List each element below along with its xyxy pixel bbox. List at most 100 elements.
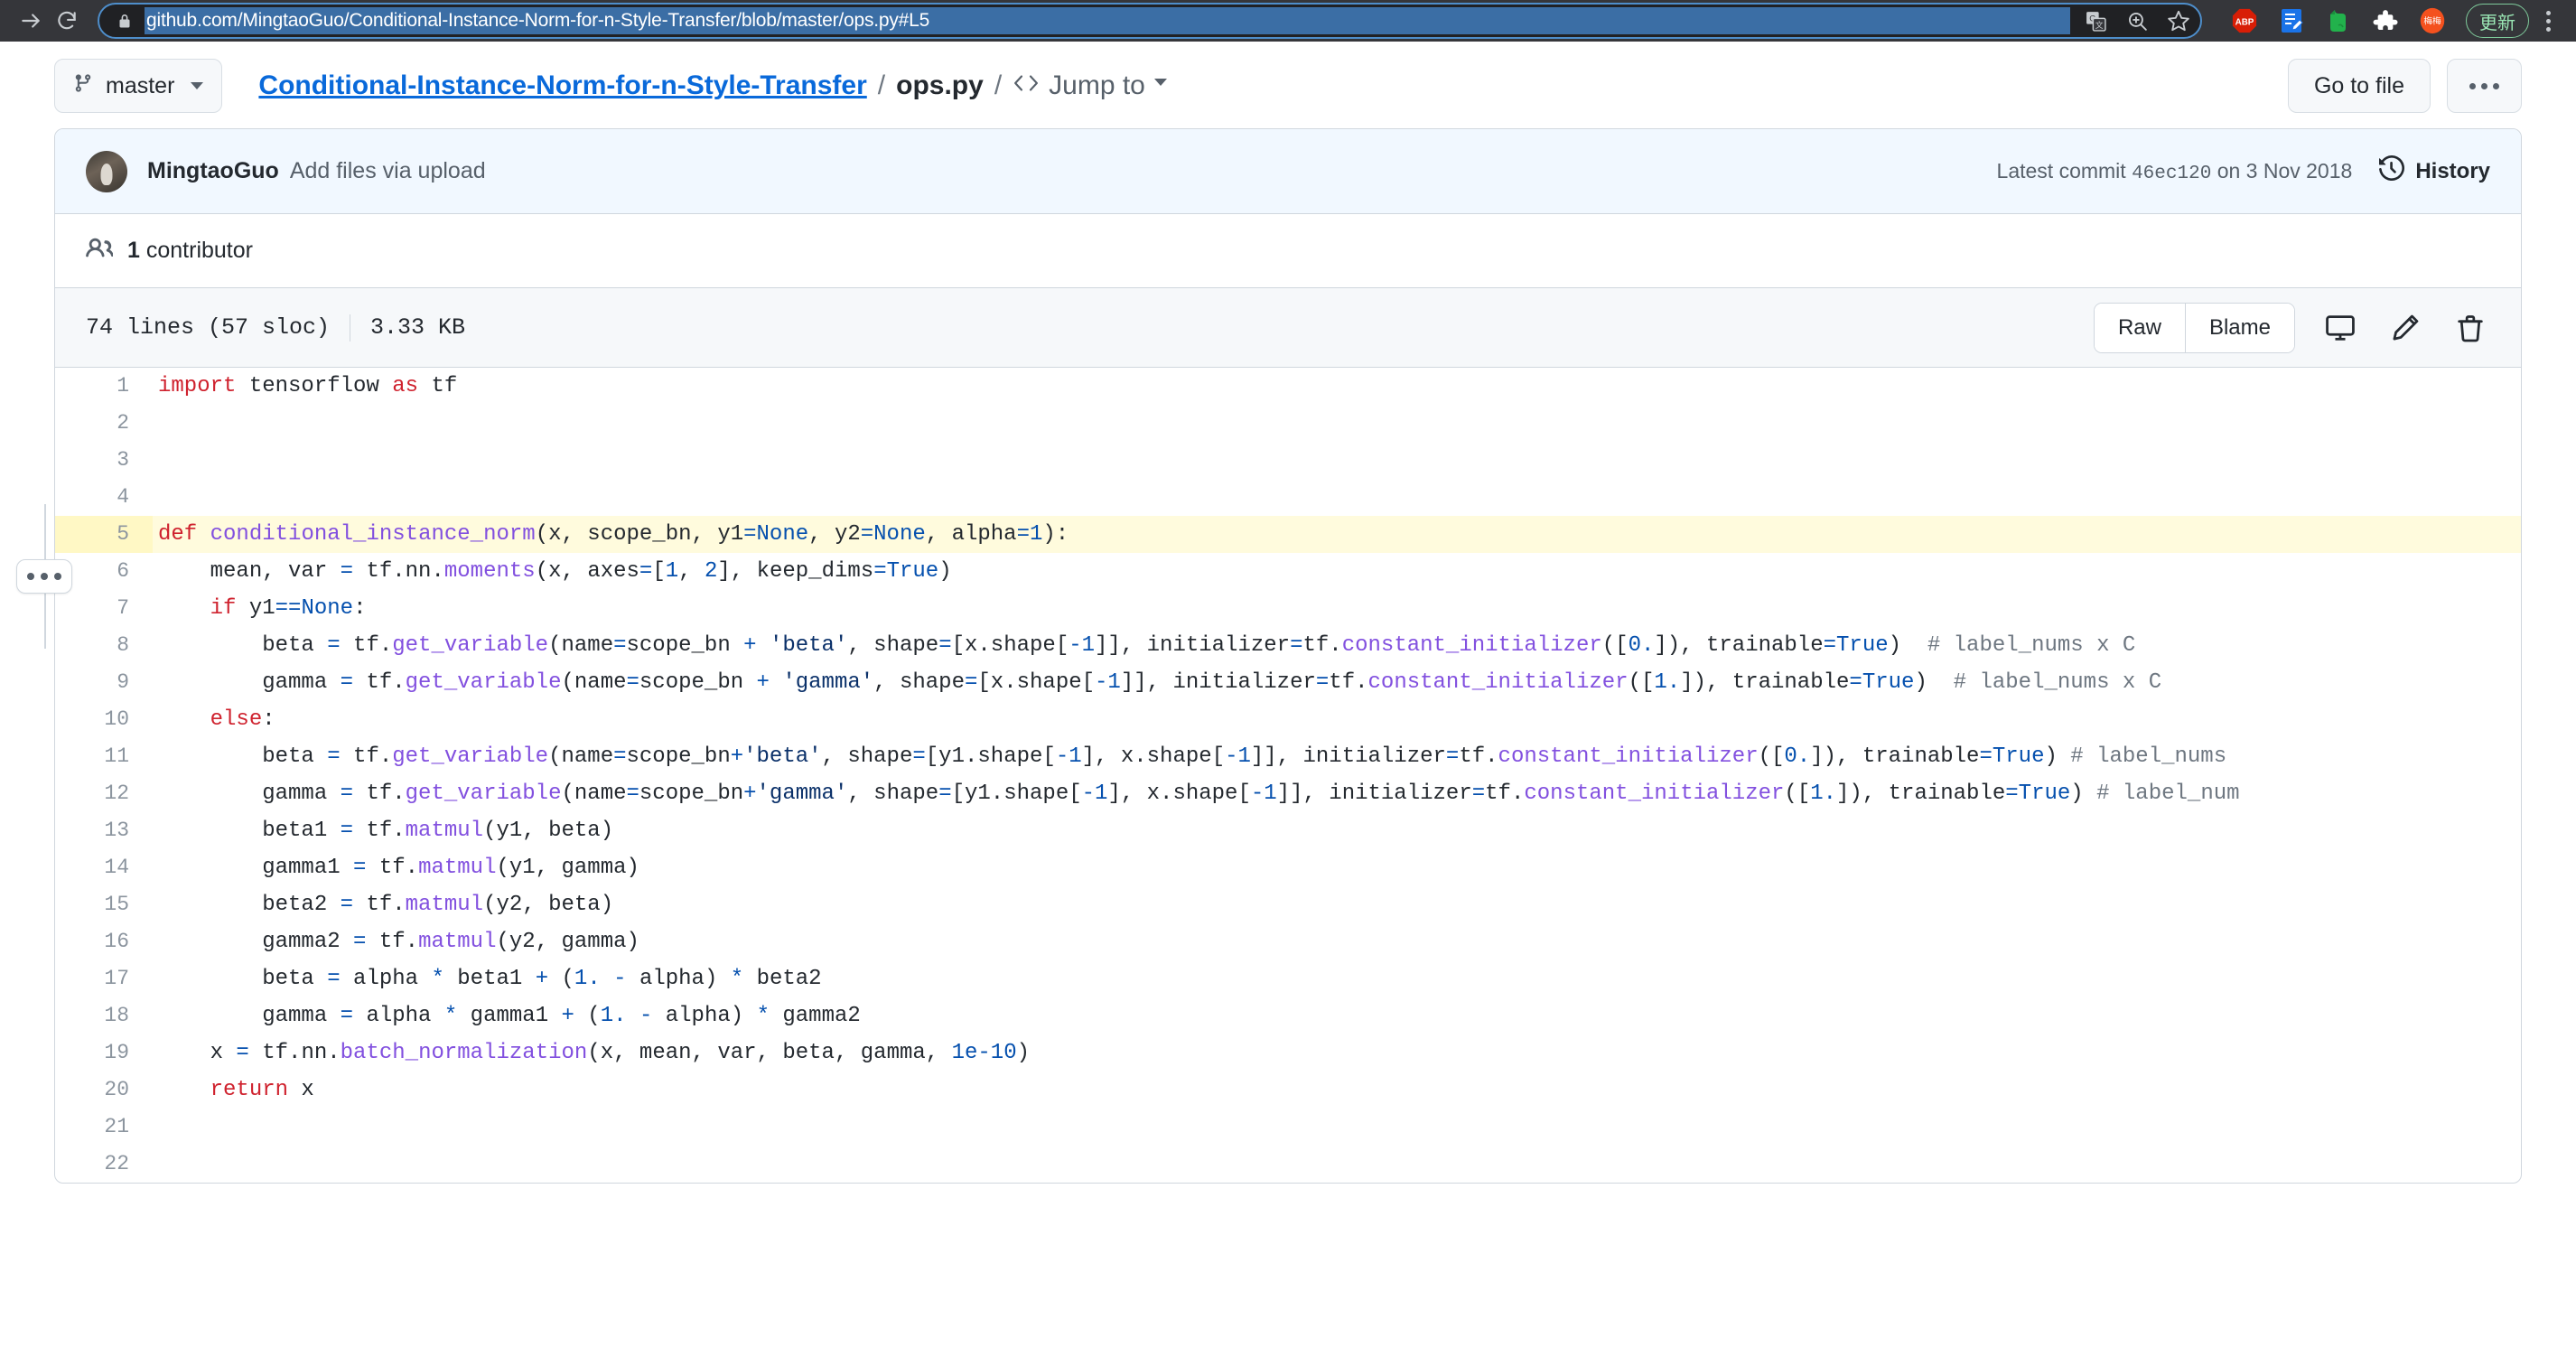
code-line: 14 gamma1 = tf.matmul(y1, gamma) [55, 849, 2521, 886]
contributors-bar: 1 contributor [55, 214, 2521, 288]
line-number[interactable]: 2 [55, 405, 153, 442]
evernote-icon[interactable] [2325, 7, 2352, 34]
bookmark-star-icon[interactable] [2166, 8, 2191, 33]
contributor-count-label[interactable]: 1 contributor [127, 238, 253, 264]
breadcrumb-separator-2: / [994, 70, 1003, 100]
line-content[interactable]: gamma = tf.get_variable(name=scope_bn + … [153, 664, 2521, 701]
contributor-count: 1 [127, 238, 140, 263]
line-number[interactable]: 11 [55, 738, 153, 775]
line-number[interactable]: 7 [55, 590, 153, 627]
zoom-icon[interactable] [2124, 8, 2150, 33]
line-number[interactable]: 3 [55, 442, 153, 479]
line-content[interactable]: beta1 = tf.matmul(y1, beta) [153, 812, 2521, 849]
people-icon [86, 235, 114, 267]
code-line: 3 [55, 442, 2521, 479]
history-link[interactable]: History [2379, 154, 2490, 187]
extensions-puzzle-icon[interactable] [2372, 7, 2399, 34]
profile-avatar-icon[interactable]: 梅梅 [2419, 7, 2446, 34]
translate-icon[interactable]: G 文 [2083, 8, 2108, 33]
line-number[interactable]: 5 [55, 516, 153, 553]
code-line: 6 mean, var = tf.nn.moments(x, axes=[1, … [55, 553, 2521, 590]
line-content[interactable] [153, 405, 2521, 442]
code-table: 1 import tensorflow as tf 2 3 4 5 def condi… [55, 368, 2521, 1183]
line-actions-kebab-icon[interactable] [16, 558, 72, 594]
code-line: 7 if y1==None: [55, 590, 2521, 627]
blame-button[interactable]: Blame [2184, 303, 2294, 352]
line-content[interactable]: return x [153, 1072, 2521, 1109]
code-line: 9 gamma = tf.get_variable(name=scope_bn … [55, 664, 2521, 701]
commit-author-link[interactable]: MingtaoGuo [147, 158, 279, 184]
line-content[interactable]: gamma = tf.get_variable(name=scope_bn+'g… [153, 775, 2521, 812]
line-number[interactable]: 18 [55, 997, 153, 1034]
address-bar[interactable]: github.com/MingtaoGuo/Conditional-Instan… [98, 3, 2202, 39]
line-number[interactable]: 14 [55, 849, 153, 886]
url-input[interactable]: github.com/MingtaoGuo/Conditional-Instan… [145, 7, 2070, 34]
line-number[interactable]: 15 [55, 886, 153, 923]
line-content[interactable]: def conditional_instance_norm(x, scope_b… [153, 516, 2521, 553]
line-number[interactable]: 10 [55, 701, 153, 738]
line-content[interactable]: beta = tf.get_variable(name=scope_bn+'be… [153, 738, 2521, 775]
line-content[interactable]: gamma2 = tf.matmul(y2, gamma) [153, 923, 2521, 960]
commit-meta-group: Latest commit 46ec120 on 3 Nov 2018 Hist… [1997, 154, 2490, 187]
line-content[interactable]: gamma1 = tf.matmul(y1, gamma) [153, 849, 2521, 886]
pencil-edit-icon[interactable] [2385, 308, 2425, 348]
more-options-button[interactable] [2447, 59, 2522, 113]
go-to-file-button[interactable]: Go to file [2287, 59, 2431, 113]
line-content[interactable]: import tensorflow as tf [153, 368, 2521, 405]
code-line: 19 x = tf.nn.batch_normalization(x, mean… [55, 1034, 2521, 1072]
line-number[interactable]: 9 [55, 664, 153, 701]
line-content[interactable]: x = tf.nn.batch_normalization(x, mean, v… [153, 1034, 2521, 1072]
line-content[interactable]: beta = alpha * beta1 + (1. - alpha) * be… [153, 960, 2521, 997]
commit-message[interactable]: Add files via upload [290, 158, 486, 184]
code-line: 21 [55, 1109, 2521, 1146]
code-viewer[interactable]: 1 import tensorflow as tf 2 3 4 5 def condi… [55, 368, 2521, 1183]
commit-sha[interactable]: 46ec120 [2132, 164, 2211, 184]
line-content[interactable]: if y1==None: [153, 590, 2521, 627]
code-line: 2 [55, 405, 2521, 442]
jump-to-button[interactable]: Jump to [1013, 70, 1167, 101]
arrow-forward-icon [19, 9, 42, 33]
line-number[interactable]: 20 [55, 1072, 153, 1109]
code-line: 17 beta = alpha * beta1 + (1. - alpha) *… [55, 960, 2521, 997]
file-card: MingtaoGuo Add files via upload Latest c… [54, 128, 2522, 1184]
repo-header: master Conditional-Instance-Norm-for-n-S… [0, 42, 2576, 128]
update-button[interactable]: 更新 [2466, 4, 2529, 38]
code-line: 22 [55, 1146, 2521, 1183]
line-content[interactable] [153, 1146, 2521, 1183]
line-number[interactable]: 13 [55, 812, 153, 849]
avatar[interactable] [86, 150, 127, 192]
breadcrumb-repo-link[interactable]: Conditional-Instance-Norm-for-n-Style-Tr… [258, 70, 866, 101]
line-content[interactable] [153, 442, 2521, 479]
line-content[interactable]: gamma = alpha * gamma1 + (1. - alpha) * … [153, 997, 2521, 1034]
history-clock-icon [2379, 154, 2405, 187]
code-brackets-icon [1013, 70, 1040, 101]
trash-delete-icon[interactable] [2450, 308, 2490, 348]
branch-selector-button[interactable]: master [54, 59, 223, 113]
raw-button[interactable]: Raw [2094, 303, 2185, 352]
adblock-plus-icon[interactable]: ABP [2231, 7, 2258, 34]
line-number[interactable]: 16 [55, 923, 153, 960]
line-content[interactable]: beta = tf.get_variable(name=scope_bn + '… [153, 627, 2521, 664]
forward-button[interactable] [13, 3, 49, 39]
notes-extension-icon[interactable] [2278, 7, 2305, 34]
line-content[interactable] [153, 1109, 2521, 1146]
kebab-horizontal-icon [2469, 82, 2499, 89]
reload-button[interactable] [49, 3, 85, 39]
kebab-menu-icon[interactable] [2533, 4, 2563, 38]
line-number[interactable]: 22 [55, 1146, 153, 1183]
line-number[interactable]: 19 [55, 1034, 153, 1072]
line-content[interactable] [153, 479, 2521, 516]
line-content[interactable]: mean, var = tf.nn.moments(x, axes=[1, 2]… [153, 553, 2521, 590]
line-content[interactable]: else: [153, 701, 2521, 738]
lock-icon [116, 12, 134, 30]
line-number[interactable]: 4 [55, 479, 153, 516]
line-number[interactable]: 21 [55, 1109, 153, 1146]
line-content[interactable]: beta2 = tf.matmul(y2, beta) [153, 886, 2521, 923]
line-number[interactable]: 1 [55, 368, 153, 405]
line-number[interactable]: 8 [55, 627, 153, 664]
open-in-desktop-icon[interactable] [2320, 308, 2360, 348]
line-number[interactable]: 12 [55, 775, 153, 812]
extensions-bar: ABP 梅梅 [2211, 7, 2446, 34]
line-number[interactable]: 17 [55, 960, 153, 997]
svg-text:文: 文 [2095, 19, 2103, 29]
